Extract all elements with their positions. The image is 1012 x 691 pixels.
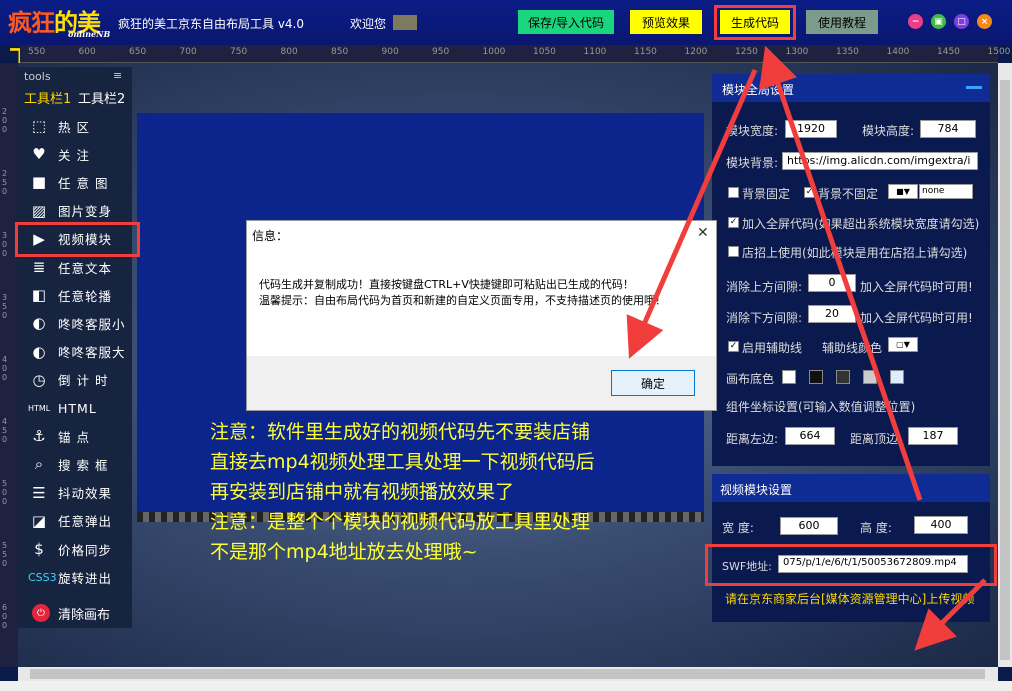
arrow-to-dialog bbox=[626, 69, 758, 359]
annotation-arrows bbox=[626, 45, 987, 651]
arrow-to-generate bbox=[759, 45, 923, 501]
arrow-bottom bbox=[914, 578, 987, 651]
